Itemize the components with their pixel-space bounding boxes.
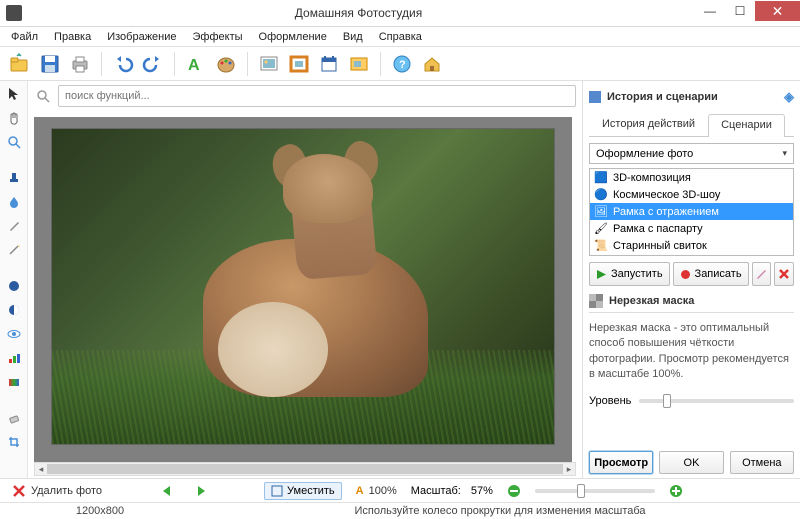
scale-value: 57% (471, 485, 493, 497)
drop-icon[interactable] (5, 193, 23, 211)
run-button[interactable]: Запустить (589, 262, 670, 286)
save-icon[interactable] (38, 52, 62, 76)
mask-title: Нерезкая маска (609, 295, 694, 307)
list-item: 🖼Рамка с отражением (590, 203, 793, 220)
app-icon (6, 5, 22, 21)
pin-icon[interactable]: ◈ (784, 89, 794, 105)
category-select[interactable]: Оформление фото ▾ (589, 143, 794, 164)
statusbar: 1200x800 Используйте колесо прокрутки дл… (0, 502, 800, 519)
photo (52, 129, 554, 444)
list-item: 🖌Рамка с паспарту (590, 220, 793, 237)
minimize-button[interactable]: — (695, 1, 725, 21)
search-input[interactable] (58, 85, 576, 107)
list-item: 🔵Космическое 3D-шоу (590, 186, 793, 203)
palette-icon[interactable] (214, 52, 238, 76)
mask-description: Нерезкая маска - это оптимальный способ … (589, 321, 794, 383)
panel-icon (589, 91, 601, 103)
menu-view[interactable]: Вид (336, 29, 370, 45)
menu-image[interactable]: Изображение (100, 29, 183, 45)
image-icon[interactable] (257, 52, 281, 76)
gradient-icon[interactable] (5, 373, 23, 391)
scenario-list[interactable]: 🟦3D-композиция 🔵Космическое 3D-шоу 🖼Рамк… (589, 168, 794, 256)
list-item: 📜Старинный свиток (590, 237, 793, 254)
menu-design[interactable]: Оформление (252, 29, 334, 45)
calendar-icon[interactable] (317, 52, 341, 76)
help-icon[interactable]: ? (390, 52, 414, 76)
brush-icon[interactable] (5, 217, 23, 235)
hand-icon[interactable] (5, 109, 23, 127)
redo-icon[interactable] (141, 52, 165, 76)
darken-icon[interactable] (5, 277, 23, 295)
tab-history[interactable]: История действий (589, 113, 708, 136)
level-label: Уровень (589, 395, 631, 407)
close-button[interactable]: ✕ (755, 1, 800, 21)
list-item: 🟦3D-композиция (590, 169, 793, 186)
menu-edit[interactable]: Правка (47, 29, 98, 45)
prev-button[interactable] (156, 482, 180, 500)
left-toolbar (0, 81, 28, 478)
undo-icon[interactable] (111, 52, 135, 76)
zoom-100-button[interactable]: A100% (352, 483, 401, 499)
zoom-slider[interactable] (535, 489, 655, 493)
wand-icon[interactable] (5, 241, 23, 259)
pointer-icon[interactable] (5, 85, 23, 103)
postcard-icon[interactable] (347, 52, 371, 76)
canvas[interactable] (28, 111, 582, 462)
zoom-icon[interactable] (5, 133, 23, 151)
next-button[interactable] (190, 482, 214, 500)
text-icon[interactable]: A (184, 52, 208, 76)
tab-scenarios[interactable]: Сценарии (708, 114, 785, 137)
status-hint: Используйте колесо прокрутки для изменен… (200, 505, 800, 517)
eraser-icon[interactable] (5, 409, 23, 427)
image-dimensions: 1200x800 (0, 505, 200, 517)
cancel-button[interactable]: Отмена (730, 451, 794, 474)
fit-button[interactable]: Уместить (264, 482, 342, 500)
delete-photo-button[interactable]: Удалить фото (8, 482, 106, 500)
svg-text:A: A (188, 57, 200, 74)
level-slider[interactable] (639, 399, 794, 403)
search-icon (34, 87, 52, 105)
ok-button[interactable]: OK (659, 451, 723, 474)
window-title: Домашняя Фотостудия (22, 6, 695, 20)
toolbar: A ? (0, 47, 800, 81)
open-icon[interactable] (8, 52, 32, 76)
record-button[interactable]: Записать (673, 262, 749, 286)
svg-text:?: ? (399, 59, 406, 71)
titlebar: Домашняя Фотостудия — ☐ ✕ (0, 0, 800, 27)
zoom-out-button[interactable] (503, 482, 525, 500)
panel-title: История и сценарии (607, 91, 718, 103)
right-panel: История и сценарии ◈ История действий Сц… (582, 81, 800, 478)
frame-icon[interactable] (287, 52, 311, 76)
menubar: Файл Правка Изображение Эффекты Оформлен… (0, 27, 800, 47)
eye-icon[interactable] (5, 325, 23, 343)
home-icon[interactable] (420, 52, 444, 76)
scale-label: Масштаб: (411, 485, 461, 497)
zoom-in-button[interactable] (665, 482, 687, 500)
chevron-down-icon: ▾ (782, 148, 787, 159)
preview-button[interactable]: Просмотр (589, 451, 653, 474)
levels-icon[interactable] (5, 349, 23, 367)
maximize-button[interactable]: ☐ (725, 1, 755, 21)
menu-file[interactable]: Файл (4, 29, 45, 45)
bottom-bar: Удалить фото Уместить A100% Масштаб: 57% (0, 478, 800, 502)
stamp-icon[interactable] (5, 169, 23, 187)
menu-help[interactable]: Справка (372, 29, 429, 45)
delete-scenario-button[interactable] (774, 262, 794, 286)
menu-effects[interactable]: Эффекты (186, 29, 250, 45)
edit-scenario-button[interactable] (752, 262, 772, 286)
crop-icon[interactable] (5, 433, 23, 451)
contrast-icon[interactable] (5, 301, 23, 319)
h-scrollbar[interactable]: ◂▸ (34, 462, 576, 476)
print-icon[interactable] (68, 52, 92, 76)
mask-icon (589, 294, 603, 308)
